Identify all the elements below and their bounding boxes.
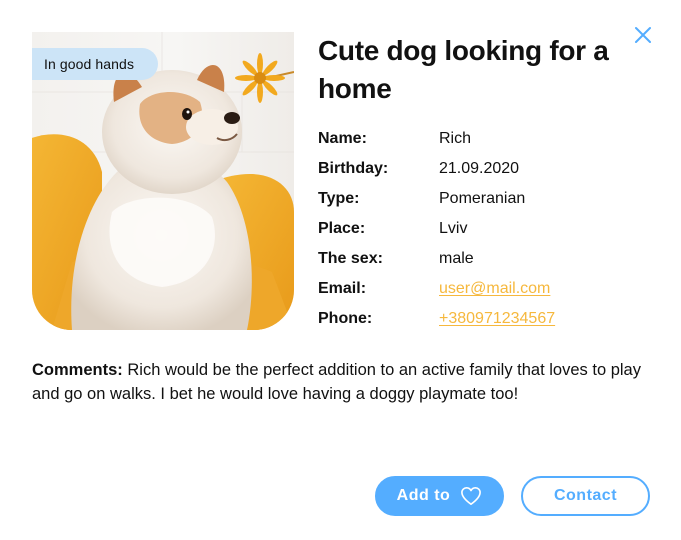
- add-to-favorites-button[interactable]: Add to: [375, 476, 504, 516]
- detail-value: Pomeranian: [439, 190, 526, 207]
- detail-row-type: Type: Pomeranian: [318, 186, 648, 216]
- detail-row-name: Name: Rich: [318, 126, 648, 156]
- detail-label: Type:: [318, 190, 360, 207]
- detail-label: Phone:: [318, 310, 373, 327]
- comments-label: Comments:: [32, 361, 123, 379]
- contact-button[interactable]: Contact: [521, 476, 650, 516]
- add-button-label: Add to: [396, 487, 451, 504]
- detail-row-sex: The sex: male: [318, 246, 648, 276]
- pet-modal: In good hands Cute dog looking for a hom…: [0, 0, 681, 540]
- detail-row-birthday: Birthday: 21.09.2020: [318, 156, 648, 186]
- detail-label: The sex:: [318, 250, 383, 267]
- pet-details: Name: Rich Birthday: 21.09.2020 Type: Po…: [318, 126, 648, 336]
- detail-value: male: [439, 250, 474, 267]
- detail-row-phone: Phone: +380971234567: [318, 306, 648, 336]
- heart-icon: [461, 487, 482, 505]
- detail-value: Lviv: [439, 220, 468, 237]
- comments: Comments: Rich would be the perfect addi…: [32, 358, 652, 406]
- detail-label: Email:: [318, 280, 367, 297]
- email-link[interactable]: user@mail.com: [439, 276, 550, 302]
- detail-label: Place:: [318, 220, 366, 237]
- detail-value: 21.09.2020: [439, 160, 520, 177]
- detail-row-place: Place: Lviv: [318, 216, 648, 246]
- detail-label: Birthday:: [318, 160, 389, 177]
- status-badge: In good hands: [32, 48, 158, 80]
- close-button[interactable]: [632, 24, 654, 46]
- comments-text: Rich would be the perfect addition to an…: [32, 361, 641, 403]
- detail-label: Name:: [318, 130, 367, 147]
- close-icon: [635, 27, 651, 43]
- detail-value: Rich: [439, 130, 472, 147]
- page-title: Cute dog looking for a home: [318, 35, 609, 104]
- phone-link[interactable]: +380971234567: [439, 306, 555, 332]
- detail-row-email: Email: user@mail.com: [318, 276, 648, 306]
